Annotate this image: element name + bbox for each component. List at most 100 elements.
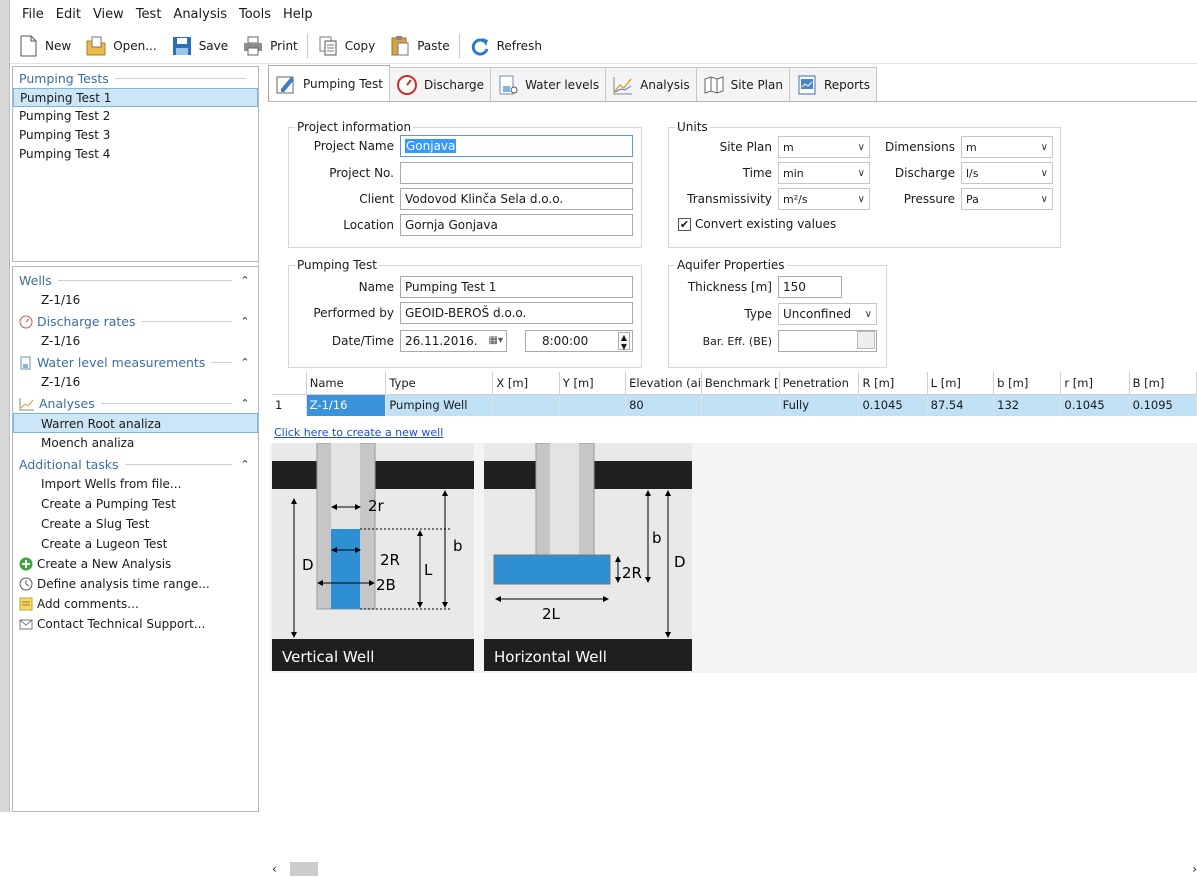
tab-pumping-test[interactable]: Pumping Test — [268, 65, 390, 101]
column-header[interactable]: Elevation (ai — [625, 372, 702, 395]
dimensions-unit-select[interactable]: m ∨ — [961, 136, 1053, 158]
task-link[interactable]: Contact Technical Support... — [13, 614, 258, 634]
analyses-header[interactable]: Analyses ⌃ — [13, 392, 258, 413]
column-header[interactable]: Penetration — [779, 372, 860, 395]
time-field[interactable]: 8:00:00 ▲ ▼ — [525, 330, 633, 352]
discharge-header[interactable]: Discharge rates ⌃ — [13, 310, 258, 331]
discharge-item[interactable]: Z-1/16 — [13, 331, 258, 351]
project-name-field[interactable]: Gonjava — [400, 135, 633, 157]
water-level-header[interactable]: Water level measurements ⌃ — [13, 351, 258, 372]
analysis-item[interactable]: Moench analiza — [13, 433, 258, 453]
analysis-item[interactable]: Warren Root analiza — [13, 413, 258, 433]
menu-help[interactable]: Help — [277, 7, 319, 22]
pressure-unit-select[interactable]: Pa ∨ — [961, 188, 1053, 210]
grid-cell[interactable]: Fully — [779, 394, 860, 416]
grid-cell[interactable]: 80 — [625, 394, 702, 416]
column-header[interactable]: Y [m] — [559, 372, 627, 395]
grid-cell[interactable]: 0.1045 — [858, 394, 928, 416]
collapse-icon[interactable]: ⌃ — [238, 315, 252, 328]
task-link[interactable]: Create a New Analysis — [13, 554, 258, 574]
grid-cell[interactable]: 0.1045 — [1060, 394, 1130, 416]
bar-eff-button[interactable] — [857, 331, 875, 349]
column-header[interactable]: R [m] — [858, 372, 928, 395]
spin-updown-icon[interactable]: ▲ ▼ — [617, 332, 630, 351]
tab-water-levels[interactable]: Water levels — [490, 67, 607, 101]
grid-cell[interactable]: 87.54 — [927, 394, 995, 416]
pumping-test-item[interactable]: Pumping Test 3 — [13, 126, 258, 145]
bar-eff-field[interactable] — [778, 330, 877, 352]
tab-label: Reports — [823, 77, 871, 92]
create-new-well-link[interactable]: Click here to create a new well — [274, 426, 443, 439]
client-field[interactable]: Vodovod Klinča Sela d.o.o. — [400, 188, 633, 210]
paste-button[interactable]: Paste — [382, 28, 456, 63]
print-button[interactable]: Print — [235, 28, 305, 63]
table-row[interactable]: 1 Z-1/16 Pumping Well 80 Fully 0.1045 87… — [272, 394, 1197, 416]
grid-cell[interactable]: 0.1095 — [1129, 394, 1197, 416]
grid-cell[interactable] — [701, 394, 780, 416]
column-header[interactable]: b [m] — [993, 372, 1062, 395]
column-header[interactable]: B [m] — [1129, 372, 1197, 395]
grid-cell[interactable]: Pumping Well — [385, 394, 494, 416]
column-header[interactable]: Name — [306, 372, 387, 395]
transmissivity-unit-select[interactable]: m²/s ∨ — [778, 188, 870, 210]
copy-button[interactable]: Copy — [310, 28, 382, 63]
refresh-button[interactable]: Refresh — [462, 28, 549, 63]
column-header[interactable]: X [m] — [492, 372, 560, 395]
tab-discharge[interactable]: Discharge — [388, 67, 492, 101]
additional-tasks-header[interactable]: Additional tasks ⌃ — [13, 453, 258, 474]
water-level-item[interactable]: Z-1/16 — [13, 372, 258, 392]
collapse-icon[interactable]: ⌃ — [238, 458, 252, 471]
pumping-test-item[interactable]: Pumping Test 4 — [13, 145, 258, 164]
test-name-field[interactable]: Pumping Test 1 — [400, 276, 633, 298]
save-button[interactable]: Save — [164, 28, 235, 63]
collapse-icon[interactable]: ⌃ — [238, 274, 252, 287]
new-button[interactable]: New — [10, 28, 78, 63]
menu-file[interactable]: File — [16, 7, 50, 22]
grid-cell[interactable] — [492, 394, 560, 416]
task-link[interactable]: Create a Pumping Test — [13, 494, 258, 514]
task-link[interactable]: Import Wells from file... — [13, 474, 258, 494]
task-link[interactable]: Create a Slug Test — [13, 514, 258, 534]
task-link[interactable]: Define analysis time range... — [13, 574, 258, 594]
column-header[interactable]: r [m] — [1060, 372, 1130, 395]
scroll-right-icon[interactable]: › — [1183, 862, 1197, 876]
pumping-test-item[interactable]: Pumping Test 2 — [13, 107, 258, 126]
open-button[interactable]: Open... — [78, 28, 164, 63]
task-link[interactable]: Create a Lugeon Test — [13, 534, 258, 554]
grid-cell[interactable]: 132 — [993, 394, 1062, 416]
convert-values-checkbox[interactable]: ✔ Convert existing values — [678, 217, 836, 231]
menu-edit[interactable]: Edit — [50, 7, 87, 22]
thickness-field[interactable]: 150 — [778, 276, 842, 298]
menu-test[interactable]: Test — [130, 7, 168, 22]
well-name-cell[interactable]: Z-1/16 — [306, 394, 387, 416]
collapse-icon[interactable]: ⌃ — [238, 356, 252, 369]
pumping-test-item[interactable]: Pumping Test 1 — [13, 88, 258, 107]
date-picker[interactable]: 26.11.2016. ▦▾ — [400, 330, 507, 352]
discharge-unit-select[interactable]: l/s ∨ — [961, 162, 1053, 184]
performed-by-field[interactable]: GEOID-BEROŠ d.o.o. — [400, 302, 633, 324]
checkbox-checked-icon[interactable]: ✔ — [678, 217, 691, 231]
menu-view[interactable]: View — [87, 7, 130, 22]
column-header[interactable]: L [m] — [927, 372, 995, 395]
tab-analysis[interactable]: Analysis — [605, 67, 697, 101]
column-header[interactable]: Type — [385, 372, 494, 395]
grid-cell[interactable] — [559, 394, 627, 416]
project-no-field[interactable] — [400, 162, 633, 184]
horizontal-scrollbar[interactable]: ‹ › — [272, 860, 1197, 878]
wells-header[interactable]: Wells ⌃ — [13, 267, 258, 290]
tab-reports[interactable]: Reports — [788, 67, 878, 101]
menu-analysis[interactable]: Analysis — [167, 7, 233, 22]
site-plan-unit-select[interactable]: m ∨ — [778, 136, 870, 158]
task-link[interactable]: Add comments... — [13, 594, 258, 614]
well-item[interactable]: Z-1/16 — [13, 290, 258, 310]
tab-site-plan[interactable]: Site Plan — [695, 67, 790, 101]
aquifer-type-select[interactable]: Unconfined ∨ — [778, 303, 877, 325]
location-field[interactable]: Gornja Gonjava — [400, 214, 633, 236]
time-unit-select[interactable]: min ∨ — [778, 162, 870, 184]
scroll-left-icon[interactable]: ‹ — [272, 862, 286, 876]
scroll-thumb[interactable] — [290, 862, 318, 876]
column-header[interactable]: Benchmark [ — [701, 372, 780, 395]
collapse-icon[interactable]: ⌃ — [238, 397, 252, 410]
menu-tools[interactable]: Tools — [233, 7, 277, 22]
calendar-dropdown-icon[interactable]: ▦▾ — [489, 331, 503, 351]
